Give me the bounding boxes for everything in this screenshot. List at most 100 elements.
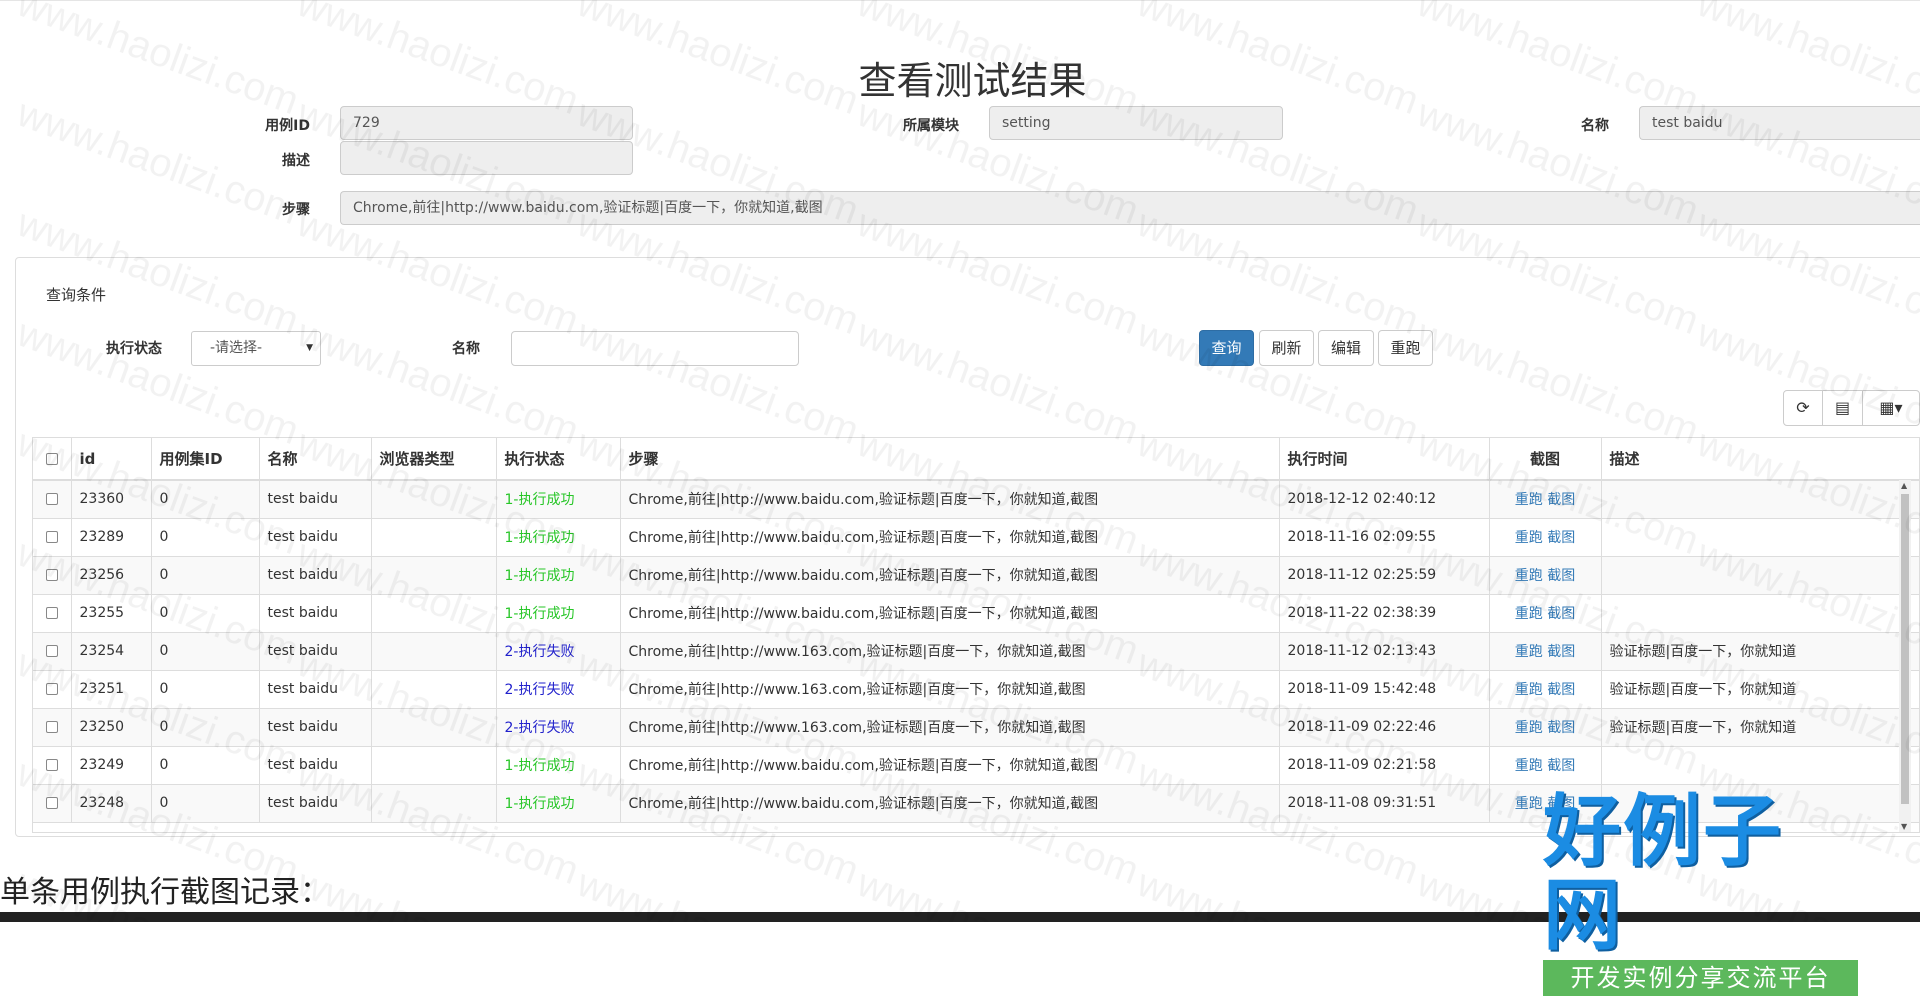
col-header-id[interactable]: id	[71, 438, 152, 481]
rerun-link[interactable]: 重跑	[1515, 606, 1543, 622]
screenshot-link[interactable]: 截图	[1547, 644, 1575, 660]
row-suite-id: 0	[151, 670, 260, 709]
screenshot-link[interactable]: 截图	[1547, 758, 1575, 774]
rerun-link[interactable]: 重跑	[1515, 492, 1543, 508]
row-steps: Chrome,前往|http://www.163.com,验证标题|百度一下，你…	[620, 632, 1280, 671]
rerun-link[interactable]: 重跑	[1515, 568, 1543, 584]
row-select-cell	[33, 670, 72, 709]
scroll-up-icon[interactable]: ▲	[1901, 481, 1907, 490]
row-actions: 重跑 截图	[1489, 594, 1602, 633]
logo-sub-text: 开发实例分享交流平台	[1543, 960, 1858, 996]
status-select[interactable]: -请选择- ▼	[191, 331, 321, 366]
row-desc	[1601, 746, 1919, 785]
table-row[interactable]: 23254 0 test baidu 2-执行失败 Chrome,前往|http://w…	[33, 632, 1919, 671]
row-id: 23250	[71, 708, 152, 747]
row-checkbox[interactable]	[45, 607, 58, 619]
row-id: 23289	[71, 518, 152, 557]
row-steps: Chrome,前往|http://www.baidu.com,验证标题|百度一下…	[620, 784, 1280, 823]
edit-button[interactable]: 编辑	[1318, 330, 1374, 366]
screenshot-link[interactable]: 截图	[1547, 530, 1575, 546]
row-status: 1-执行成功	[496, 594, 621, 633]
row-browser	[371, 518, 497, 557]
row-checkbox[interactable]	[45, 721, 58, 733]
steps-label: 步骤	[282, 202, 310, 218]
row-id: 23248	[71, 784, 152, 823]
row-time: 2018-11-12 02:25:59	[1279, 556, 1490, 595]
row-actions: 重跑 截图	[1489, 556, 1602, 595]
name-filter-label: 名称	[452, 341, 480, 357]
screenshot-link[interactable]: 截图	[1547, 492, 1575, 508]
table-row[interactable]: 23256 0 test baidu 1-执行成功 Chrome,前往|http://w…	[33, 556, 1919, 595]
row-checkbox[interactable]	[45, 683, 58, 695]
name-label: 名称	[1581, 118, 1609, 134]
row-time: 2018-11-09 02:21:58	[1279, 746, 1490, 785]
row-checkbox[interactable]	[45, 493, 58, 506]
table-row[interactable]: 23249 0 test baidu 1-执行成功 Chrome,前往|http://w…	[33, 746, 1919, 785]
table-toggle-button[interactable]: ▤	[1822, 390, 1863, 426]
refresh-button[interactable]: 刷新	[1259, 330, 1314, 366]
refresh-icon: ⟳	[1796, 398, 1810, 417]
col-header-steps[interactable]: 步骤	[620, 438, 1280, 481]
desc-field	[340, 141, 633, 175]
col-header-browser[interactable]: 浏览器类型	[371, 438, 497, 481]
row-actions: 重跑 截图	[1489, 480, 1602, 519]
screenshot-link[interactable]: 截图	[1547, 568, 1575, 584]
select-all-checkbox[interactable]	[45, 453, 58, 465]
row-id: 23255	[71, 594, 152, 633]
row-id: 23251	[71, 670, 152, 709]
table-scrollbar[interactable]: ▲ ▼	[1899, 480, 1911, 832]
col-header-status[interactable]: 执行状态	[496, 438, 621, 481]
col-header-name[interactable]: 名称	[259, 438, 372, 481]
search-button[interactable]: 查询	[1199, 330, 1254, 366]
row-checkbox[interactable]	[45, 797, 58, 809]
rerun-button[interactable]: 重跑	[1378, 330, 1433, 366]
screenshot-link[interactable]: 截图	[1547, 606, 1575, 622]
row-status: 1-执行成功	[496, 784, 621, 823]
table-row[interactable]: 23251 0 test baidu 2-执行失败 Chrome,前往|http://w…	[33, 670, 1919, 709]
row-suite-id: 0	[151, 784, 260, 823]
rerun-link[interactable]: 重跑	[1515, 720, 1543, 736]
scroll-down-icon[interactable]: ▼	[1901, 822, 1907, 831]
row-name: test baidu	[259, 480, 372, 519]
row-desc	[1601, 594, 1919, 633]
row-name: test baidu	[259, 556, 372, 595]
rerun-link[interactable]: 重跑	[1515, 530, 1543, 546]
table-row[interactable]: 23289 0 test baidu 1-执行成功 Chrome,前往|http://w…	[33, 518, 1919, 557]
row-status: 2-执行失败	[496, 670, 621, 709]
row-checkbox[interactable]	[45, 531, 58, 543]
table-row[interactable]: 23360 0 test baidu 1-执行成功 Chrome,前往|http://w…	[33, 480, 1919, 519]
rerun-link[interactable]: 重跑	[1515, 758, 1543, 774]
rerun-link[interactable]: 重跑	[1515, 682, 1543, 698]
screenshot-link[interactable]: 截图	[1547, 682, 1575, 698]
table-row[interactable]: 23250 0 test baidu 2-执行失败 Chrome,前往|http://w…	[33, 708, 1919, 747]
row-actions: 重跑 截图	[1489, 670, 1602, 709]
row-actions: 重跑 截图	[1489, 746, 1602, 785]
col-header-suite-id[interactable]: 用例集ID	[151, 438, 260, 481]
rerun-link[interactable]: 重跑	[1515, 644, 1543, 660]
row-time: 2018-11-12 02:13:43	[1279, 632, 1490, 671]
row-checkbox[interactable]	[45, 569, 58, 581]
row-suite-id: 0	[151, 480, 260, 519]
table-row[interactable]: 23255 0 test baidu 1-执行成功 Chrome,前往|http://w…	[33, 594, 1919, 633]
row-checkbox[interactable]	[45, 645, 58, 657]
col-header-desc[interactable]: 描述	[1601, 438, 1919, 481]
screenshot-link[interactable]: 截图	[1547, 720, 1575, 736]
case-id-field: 729	[340, 106, 633, 140]
name-filter-input[interactable]	[511, 331, 799, 366]
table-refresh-button[interactable]: ⟳	[1783, 390, 1823, 426]
col-header-time[interactable]: 执行时间	[1279, 438, 1490, 481]
row-name: test baidu	[259, 746, 372, 785]
row-id: 23254	[71, 632, 152, 671]
row-steps: Chrome,前往|http://www.163.com,验证标题|百度一下，你…	[620, 708, 1280, 747]
col-header-screenshot[interactable]: 截图	[1489, 438, 1602, 481]
select-all-cell	[33, 438, 72, 481]
row-checkbox[interactable]	[45, 759, 58, 771]
row-time: 2018-11-22 02:38:39	[1279, 594, 1490, 633]
row-id: 23249	[71, 746, 152, 785]
row-browser	[371, 784, 497, 823]
rerun-link[interactable]: 重跑	[1515, 796, 1543, 812]
scrollbar-thumb[interactable]	[1901, 494, 1909, 804]
screenshot-record-heading: 单条用例执行截图记录：	[0, 875, 330, 910]
caret-down-icon: ▼	[306, 343, 313, 353]
table-columns-button[interactable]: ▦▾	[1862, 390, 1920, 426]
